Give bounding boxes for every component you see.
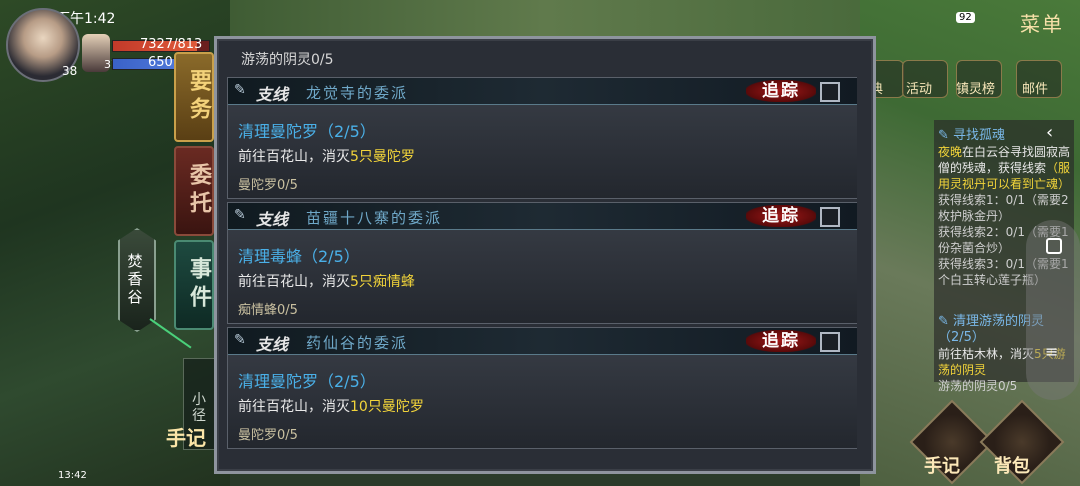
ranking-label: 镇灵榜 [956,82,996,97]
mail-label: 邮件 [1022,82,1049,97]
quest-description: 前往百花山，消灭5只曼陀罗 [238,149,415,165]
tracked-quest-title: ✎ 寻找孤魂 [938,128,1006,143]
player-level: 38 [62,64,78,78]
mp-value: 650 [148,55,173,70]
track-button[interactable]: 追踪 [746,80,816,102]
tab-important[interactable]: 要务 [174,52,214,142]
home-icon[interactable] [1046,238,1062,254]
quest-title: 清理毒蜂（2/5） [238,247,360,266]
quest-title: 清理曼陀罗（2/5） [238,122,376,141]
track-button[interactable]: 追踪 [746,205,816,227]
location-label: 焚香谷 [127,252,143,306]
quest-panel: 游荡的阴灵0/5 ✎ 支线 龙觉寺的委派 追踪 清理曼陀罗（2/5） 前往百花山… [214,36,876,474]
quest-description: 前往百花山，消灭5只痴情蜂 [238,274,415,290]
quest-source: 龙觉寺的委派 [306,84,409,102]
menu-icon[interactable]: ≡ [1045,342,1058,361]
tracked-quest-description: 夜晚在白云谷寻找圆寂高僧的残魂，获得线索（服用灵视丹可以看到亡魂） [938,145,1071,191]
quest-progress: 曼陀罗0/5 [238,428,298,443]
quest-title: 清理曼陀罗（2/5） [238,372,376,391]
tab-commission[interactable]: 委托 [174,146,214,236]
tab-events[interactable]: 事件 [174,240,214,330]
quill-icon: ✎ [234,332,246,348]
activity-label: 活动 [906,82,933,97]
bag-label: 背包 [994,456,1030,477]
track-button[interactable]: 追踪 [746,330,816,352]
menu-button[interactable]: 菜单 [1020,8,1064,37]
quest-card: ✎ 支线 龙觉寺的委派 追踪 清理曼陀罗（2/5） 前往百花山，消灭5只曼陀罗 … [227,77,857,199]
previous-quest-progress: 游荡的阴灵0/5 [241,52,334,68]
quest-kind: 支线 [256,85,289,104]
quill-icon: ✎ [234,82,246,98]
journal-label: 手记 [166,426,206,450]
quest-source: 药仙谷的委派 [306,334,409,352]
background-top [230,0,860,36]
track-checkbox[interactable] [820,207,840,227]
quest-list[interactable]: 游荡的阴灵0/5 ✎ 支线 龙觉寺的委派 追踪 清理曼陀罗（2/5） 前往百花山… [227,39,857,465]
quest-header: ✎ 支线 苗疆十八寨的委派 追踪 [228,203,857,230]
quest-description: 前往百花山，消灭10只曼陀罗 [238,399,424,415]
track-checkbox[interactable] [820,82,840,102]
quest-header: ✎ 支线 龙觉寺的委派 追踪 [228,78,857,105]
quill-icon: ✎ [234,207,246,223]
quest-card: ✎ 支线 药仙谷的委派 追踪 清理曼陀罗（2/5） 前往百花山，消灭10只曼陀罗… [227,327,857,449]
quest-header: ✎ 支线 药仙谷的委派 追踪 [228,328,857,355]
quest-source: 苗疆十八寨的委派 [306,209,443,227]
small-clock: 13:42 [58,470,87,481]
journal-bottom-label: 手记 [924,456,960,477]
quest-progress: 曼陀罗0/5 [238,178,298,193]
battery-level: 92 [956,12,975,23]
quest-kind: 支线 [256,335,289,354]
quest-kind: 支线 [256,210,289,229]
hp-value: 7327/813 [140,37,203,52]
track-checkbox[interactable] [820,332,840,352]
quest-progress: 痴情蜂0/5 [238,303,298,318]
quest-card: ✎ 支线 苗疆十八寨的委派 追踪 清理毒蜂（2/5） 前往百花山，消灭5只痴情蜂… [227,202,857,324]
